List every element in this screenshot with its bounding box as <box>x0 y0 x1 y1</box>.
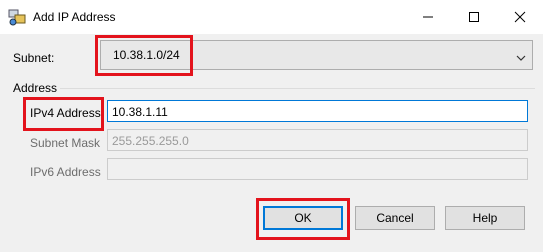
ipv6-label: IPv6 Address <box>30 165 101 179</box>
ipv6-field <box>107 158 528 180</box>
close-button[interactable] <box>497 0 543 34</box>
subnet-mask-value: 255.255.255.0 <box>112 134 189 148</box>
cancel-button[interactable]: Cancel <box>355 206 435 230</box>
minimize-icon <box>423 16 433 18</box>
ipv4-label: IPv4 Address: <box>30 106 105 120</box>
ipv4-input[interactable]: 10.38.1.11 <box>107 100 528 122</box>
title-bar: Add IP Address <box>0 0 543 34</box>
help-button[interactable]: Help <box>445 206 525 230</box>
maximize-button[interactable] <box>451 0 497 34</box>
close-icon <box>514 11 526 23</box>
subnet-dropdown[interactable]: 10.38.1.0/24 <box>100 40 533 70</box>
subnet-mask-label: Subnet Mask <box>30 136 101 150</box>
chevron-down-icon <box>516 51 526 65</box>
subnet-value: 10.38.1.0/24 <box>113 48 180 62</box>
ipv4-value: 10.38.1.11 <box>112 105 168 119</box>
subnet-label: Subnet: <box>13 51 55 65</box>
ok-button[interactable]: OK <box>263 206 343 230</box>
group-divider <box>60 88 535 89</box>
minimize-button[interactable] <box>405 0 451 34</box>
address-group-label: Address <box>13 81 58 95</box>
app-icon <box>8 8 26 26</box>
maximize-icon <box>469 12 479 22</box>
window-title: Add IP Address <box>33 10 116 24</box>
subnet-mask-field: 255.255.255.0 <box>107 129 528 151</box>
